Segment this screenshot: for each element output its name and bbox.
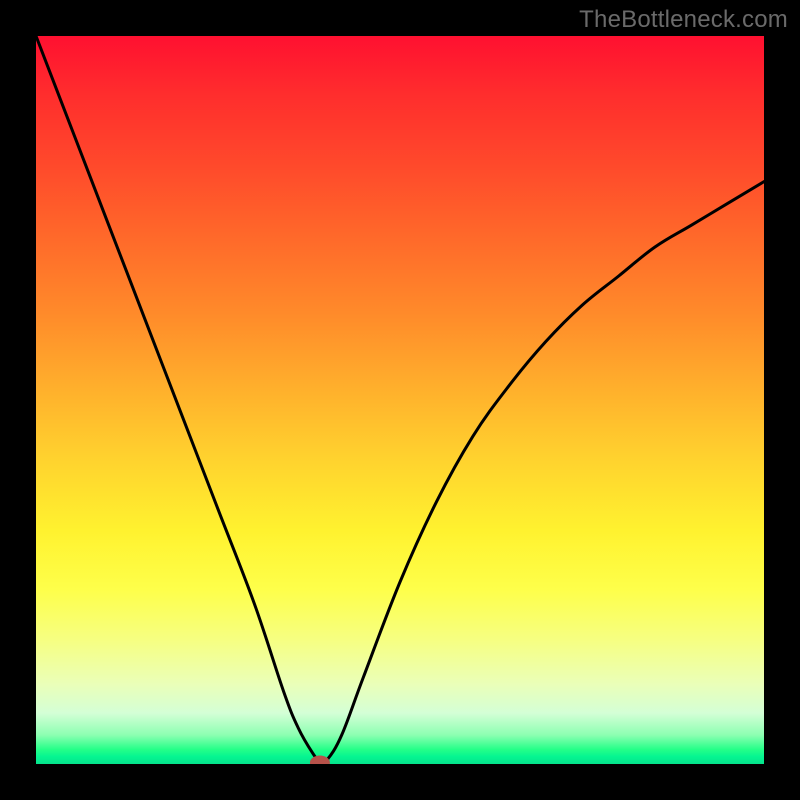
plot-area (36, 36, 764, 764)
curve-svg (36, 36, 764, 764)
bottleneck-curve (36, 36, 764, 763)
chart-frame: TheBottleneck.com (0, 0, 800, 800)
minimum-marker (310, 756, 330, 764)
watermark-text: TheBottleneck.com (579, 6, 788, 34)
